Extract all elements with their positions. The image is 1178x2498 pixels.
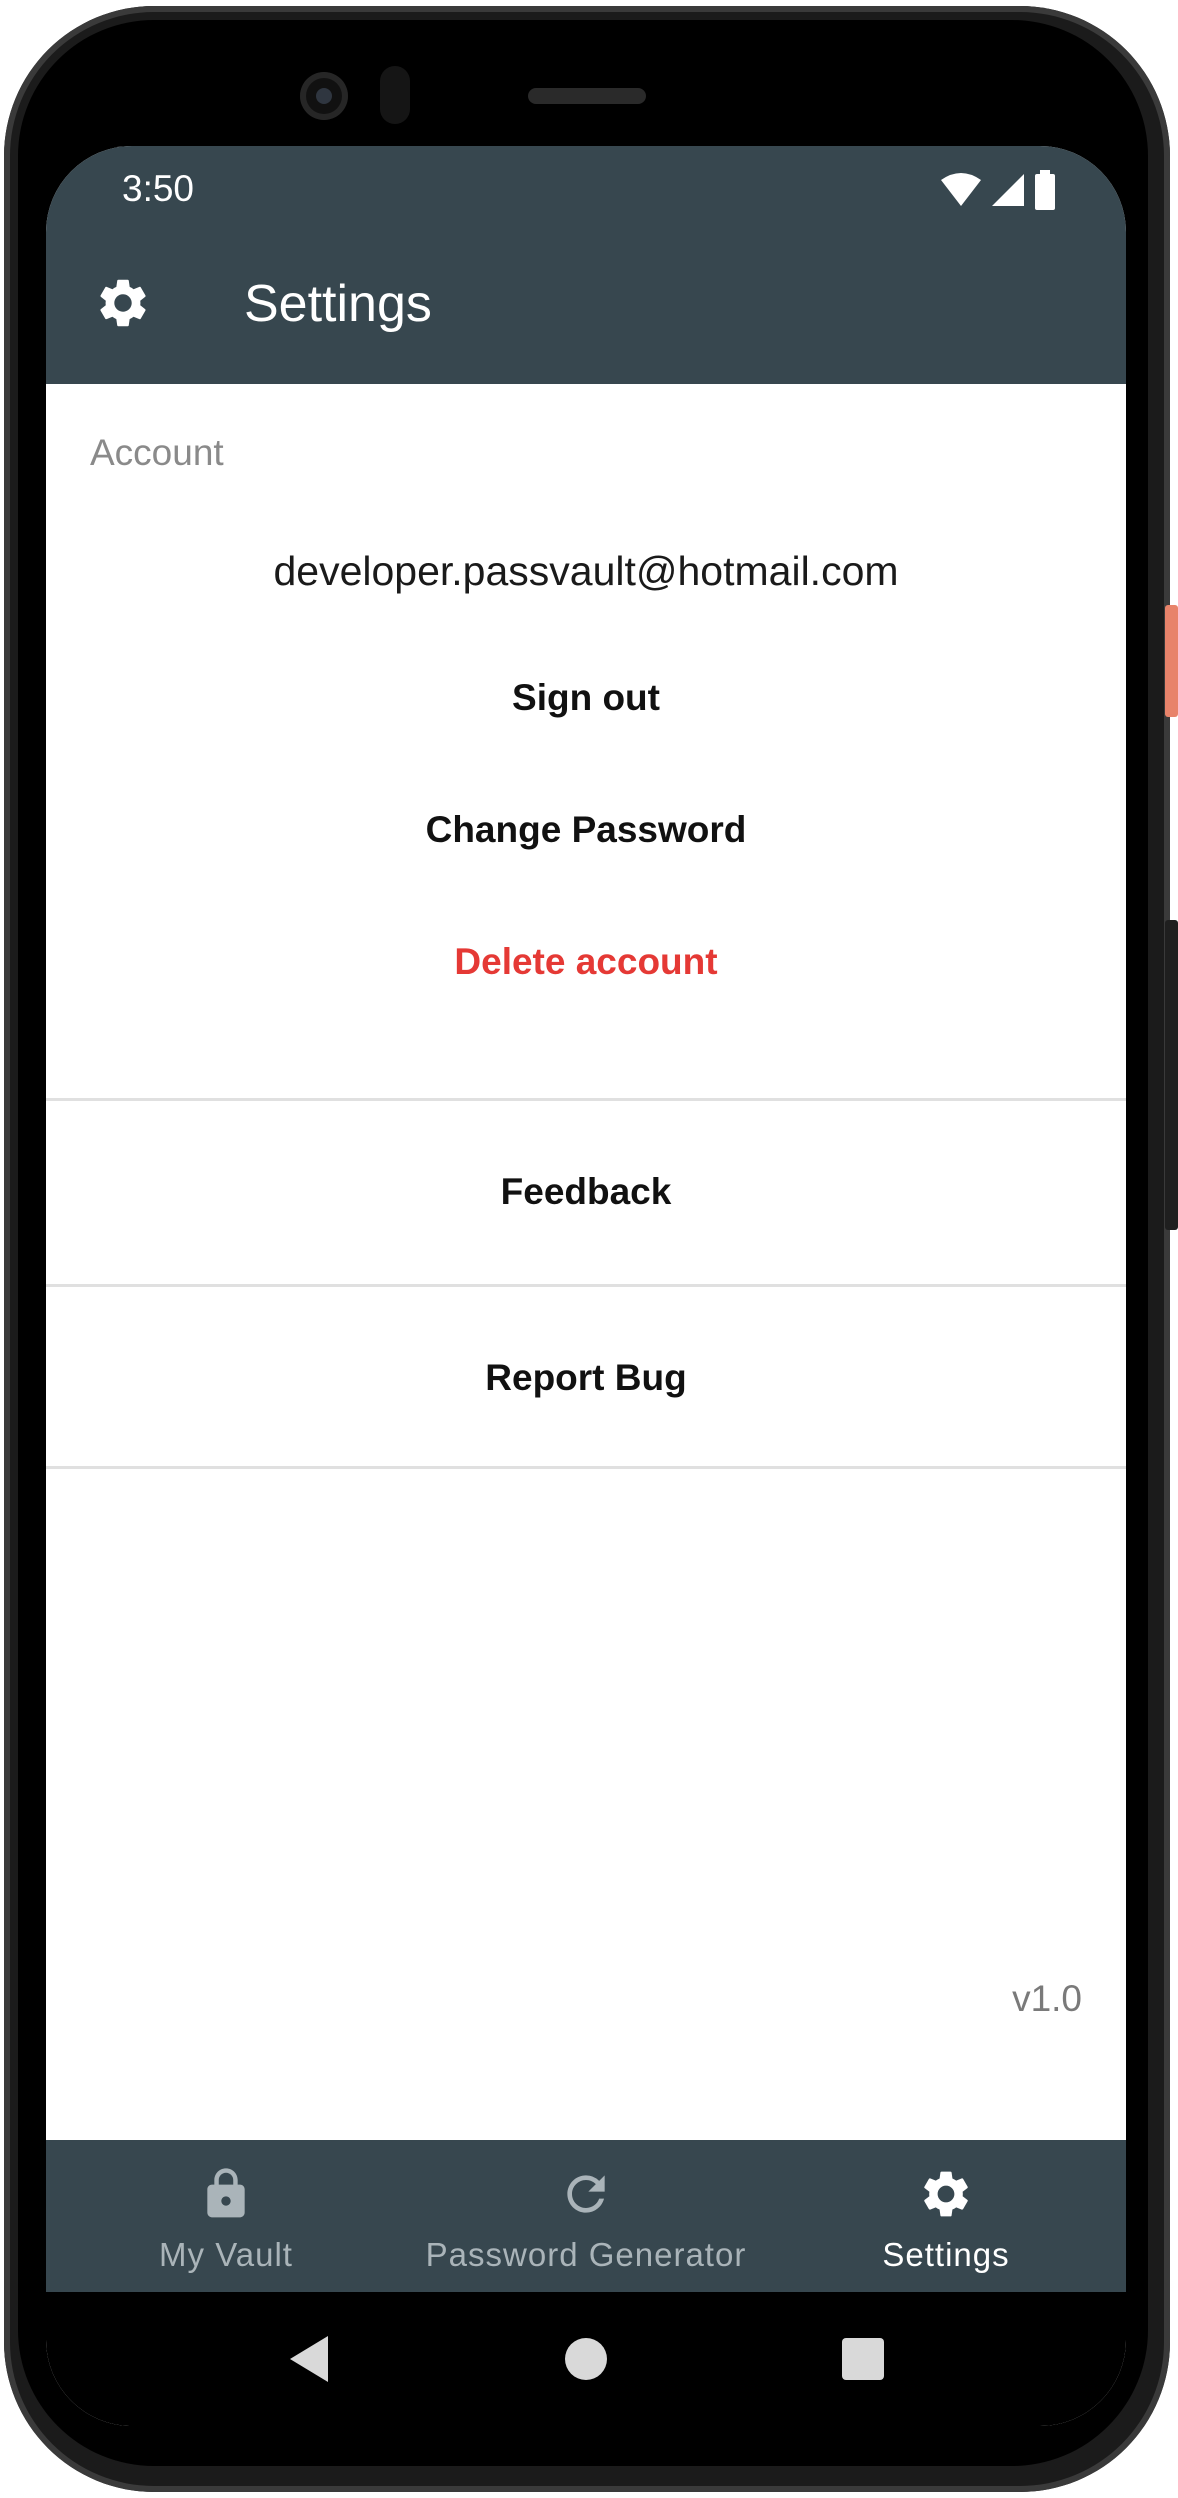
power-button [1165, 605, 1178, 717]
nav-item-my-vault[interactable]: My Vault [46, 2140, 406, 2292]
screen: 3:50 Settings Account developer.passvaul… [46, 146, 1126, 2426]
nav-label-settings: Settings [882, 2236, 1010, 2273]
earpiece-speaker [528, 88, 646, 104]
bottom-navigation: My Vault Password Generator Settings [46, 2140, 1126, 2292]
gear-icon [100, 279, 146, 327]
volume-button [1165, 920, 1178, 1230]
delete-account-button[interactable]: Delete account [336, 920, 836, 1004]
recents-icon[interactable] [836, 2332, 890, 2386]
battery-icon [1035, 170, 1055, 210]
proximity-sensor [380, 66, 410, 124]
nav-label-password-generator: Password Generator [425, 2236, 747, 2273]
lock-icon [207, 2168, 245, 2218]
home-icon[interactable] [559, 2332, 613, 2386]
status-icons [940, 170, 1056, 210]
settings-content: Account developer.passvault@hotmail.com … [46, 384, 1126, 2140]
cellular-signal-icon [992, 174, 1024, 206]
feedback-button[interactable]: Feedback [46, 1101, 1126, 1283]
report-bug-button[interactable]: Report Bug [46, 1287, 1126, 1469]
app-version: v1.0 [1012, 1978, 1082, 2019]
nav-item-password-generator[interactable]: Password Generator [406, 2140, 766, 2292]
change-password-button[interactable]: Change Password [336, 788, 836, 872]
account-email: developer.passvault@hotmail.com [273, 548, 899, 594]
system-navigation-bar [46, 2292, 1126, 2426]
gear-icon [924, 2171, 968, 2217]
status-time: 3:50 [122, 168, 195, 209]
account-section-label: Account [90, 432, 224, 473]
page-title: Settings [244, 275, 432, 333]
divider [46, 1466, 1126, 1469]
nav-label-my-vault: My Vault [159, 2236, 293, 2273]
back-icon[interactable] [282, 2332, 336, 2386]
nav-item-settings[interactable]: Settings [766, 2140, 1126, 2292]
sign-out-button[interactable]: Sign out [336, 656, 836, 740]
wifi-icon [941, 173, 981, 206]
front-camera [300, 72, 348, 120]
app-bar: 3:50 Settings [46, 146, 1126, 384]
refresh-icon [567, 2175, 605, 2213]
